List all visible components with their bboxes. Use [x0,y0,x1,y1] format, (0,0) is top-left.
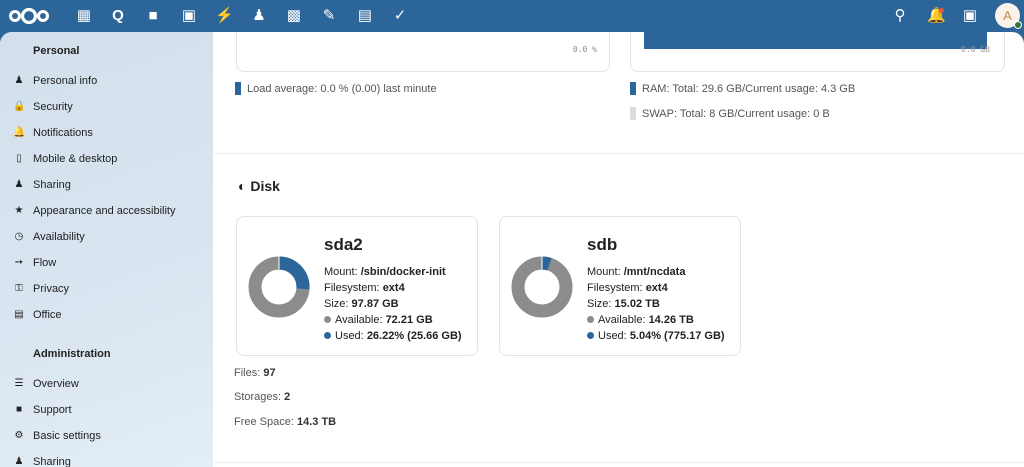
divider [214,153,1024,154]
sidebar-item-label: Overview [33,378,79,390]
disk-icon: ◐ [238,178,247,194]
sidebar-item-label: Office [33,309,62,321]
disk-size: Size: 15.02 TB [587,298,660,310]
disk-card-sda2: sda2 Mount: /sbin/docker-init Filesystem… [236,216,478,356]
sidebar-item-overview[interactable]: ☰ Overview [0,372,213,396]
divider [214,462,1024,463]
gear-icon: ⚙ [14,430,24,441]
search-app-icon[interactable]: Q [109,7,127,25]
lock-icon: 🔒 [13,101,26,112]
search-icon[interactable]: ⚲ [891,7,909,25]
sidebar-item-personal-info[interactable]: ♟ Personal info [0,69,213,93]
sidebar-item-label: Flow [33,257,57,269]
contacts-icon[interactable]: ♟ [250,7,268,25]
memory-chart-card: 0.0 GB [630,32,1005,72]
sidebar-item-security[interactable]: 🔒 Security [0,95,213,119]
calendar-icon[interactable]: ▩ [285,7,303,25]
sidebar-item-office[interactable]: ▤ Office [0,303,213,327]
settings-sidebar: Personal Administration ♟ Personal info 🔒 S… [0,32,213,467]
dashboard-icon[interactable]: ▦ [75,7,93,25]
disk-size: Size: 97.87 GB [324,298,399,310]
disk-card-sdb: sdb Mount: /mnt/ncdata Filesystem: ext4 … [499,216,741,356]
contacts-menu-icon[interactable]: ▣ [961,7,979,25]
memory-axis-label: 0.0 GB [961,45,990,54]
main-content: 0.0 % 0.0 GB Load average: 0.0 % (0.00) … [214,32,1024,467]
disk-usage-donut [248,256,310,318]
cpu-axis-label: 0.0 % [572,45,597,54]
document-icon: ▤ [14,309,24,320]
disk-name: sda2 [324,235,363,254]
sidebar-item-support[interactable]: ■ Support [0,398,213,422]
disk-filesystem: Filesystem: ext4 [587,282,668,294]
nextcloud-logo[interactable] [8,6,50,26]
disk-usage-donut [511,256,573,318]
sidebar-item-privacy[interactable]: ⚿ Privacy [0,277,213,301]
activity-icon[interactable]: ⚡ [215,7,234,25]
avatar[interactable]: A [995,3,1022,29]
key-icon: ⚿ [15,283,23,294]
sidebar-item-mobile-desktop[interactable]: ▯ Mobile & desktop [0,147,213,171]
sidebar-item-label: Availability [33,231,85,243]
deck-icon[interactable]: ▤ [356,7,374,25]
disk-used: Used: 5.04% (775.17 GB) [587,330,725,342]
sidebar-item-label: Appearance and accessibility [33,205,176,217]
disk-mount: Mount: /mnt/ncdata [587,266,686,278]
sidebar-item-notifications[interactable]: 🔔 Notifications [0,121,213,145]
status-online-icon [1014,21,1022,29]
sidebar-item-label: Privacy [33,283,70,295]
ram-legend: RAM: Total: 29.6 GB/Current usage: 4.3 G… [630,82,855,95]
free-space: Free Space: 14.3 TB [234,416,337,428]
user-icon: ♟ [14,75,24,86]
sidebar-item-label: Basic settings [33,430,101,442]
files-icon[interactable]: ■ [144,7,162,25]
cpu-chart-card: 0.0 % [236,32,610,72]
disk-available: Available: 72.21 GB [324,314,433,326]
disk-name: sdb [587,235,618,254]
disk-filesystem: Filesystem: ext4 [324,282,405,294]
sidebar-item-label: Notifications [33,127,93,139]
sidebar-item-label: Sharing [33,179,71,191]
sidebar-item-label: Mobile & desktop [33,153,118,165]
donut-available-segment [511,256,573,318]
disk-heading: ◐ Disk [238,178,280,194]
sidebar-item-label: Security [33,101,73,113]
disk-used: Used: 26.22% (25.66 GB) [324,330,462,342]
sliders-icon: ☰ [14,378,24,389]
sidebar-item-label: Personal info [33,75,98,87]
clock-icon: ◷ [14,231,24,242]
disk-available: Available: 14.26 TB [587,314,694,326]
sidebar-item-flow[interactable]: ➙ Flow [0,251,213,275]
sidebar-item-sharing[interactable]: ♟ Sharing [0,173,213,197]
notes-icon[interactable]: ✎ [320,7,338,25]
bell-icon: 🔔 [13,127,26,138]
sidebar-item-label: Support [33,404,72,416]
memory-chart-area [644,32,987,49]
flow-icon: ➙ [14,257,24,268]
storages-count: Storages: 2 [234,391,291,403]
section-heading-administration: Administration [33,348,111,360]
top-bar: ▦ Q ■ ▣ ⚡ ♟ ▩ ✎ ▤ ✓ ⚲ 🔔 ▣ A [0,0,1024,32]
photos-icon[interactable]: ▣ [180,7,198,25]
sidebar-item-appearance-and-accessibility[interactable]: ★ Appearance and accessibility [0,199,213,223]
phone-icon: ▯ [16,153,22,164]
sidebar-item-basic-settings[interactable]: ⚙ Basic settings [0,424,213,448]
files-count: Files: 97 [234,367,276,379]
sidebar-item-label: Sharing [33,456,71,467]
tasks-icon[interactable]: ✓ [391,7,409,25]
swap-legend: SWAP: Total: 8 GB/Current usage: 0 B [630,107,830,120]
accessibility-icon: ★ [14,205,24,216]
share-icon: ♟ [14,179,24,190]
sidebar-item-sharing[interactable]: ♟ Sharing [0,450,213,467]
notifications-icon[interactable]: 🔔 [927,7,946,25]
disk-mount: Mount: /sbin/docker-init [324,266,446,278]
chat-icon: ■ [15,404,23,415]
sidebar-item-availability[interactable]: ◷ Availability [0,225,213,249]
load-legend: Load average: 0.0 % (0.00) last minute [235,82,437,95]
section-heading-personal: Personal [33,45,80,57]
share-icon: ♟ [14,456,24,467]
